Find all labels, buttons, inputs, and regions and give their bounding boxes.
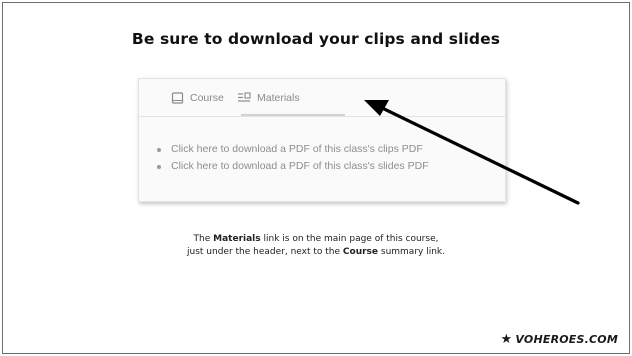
tab-course-label: Course: [190, 91, 224, 104]
active-tab-underline: [241, 114, 345, 116]
book-icon: [171, 91, 184, 104]
tab-materials-label: Materials: [257, 91, 300, 104]
slide-title: Be sure to download your clips and slide…: [131, 30, 501, 48]
caption: The Materials link is on the main page o…: [0, 233, 632, 259]
tab-course[interactable]: Course: [171, 79, 224, 116]
logo-text: VOHEROES.COM: [515, 333, 618, 346]
embedded-screenshot: Course Materials Click here to download …: [138, 78, 506, 202]
tab-materials[interactable]: Materials: [237, 79, 345, 116]
bullet-icon: [157, 148, 161, 152]
caption-line-1: The Materials link is on the main page o…: [193, 234, 439, 244]
course-emphasis: Course: [342, 247, 379, 257]
download-links-list: Click here to download a PDF of this cla…: [157, 141, 495, 175]
slide: Be sure to download your clips and slide…: [0, 0, 632, 356]
course-tabs: Course Materials: [139, 79, 505, 117]
caption-line-2: just under the header, next to the Cours…: [187, 247, 445, 257]
bullet-icon: [157, 165, 161, 169]
slides-pdf-link[interactable]: Click here to download a PDF of this cla…: [171, 160, 429, 172]
star-icon: ★: [500, 332, 513, 347]
materials-list-icon: [237, 92, 251, 103]
list-item[interactable]: Click here to download a PDF of this cla…: [157, 158, 495, 175]
list-item[interactable]: Click here to download a PDF of this cla…: [157, 141, 495, 158]
voheroes-logo: ★ VOHEROES.COM: [501, 332, 618, 347]
materials-emphasis: Materials: [213, 234, 261, 244]
clips-pdf-link[interactable]: Click here to download a PDF of this cla…: [171, 143, 423, 155]
